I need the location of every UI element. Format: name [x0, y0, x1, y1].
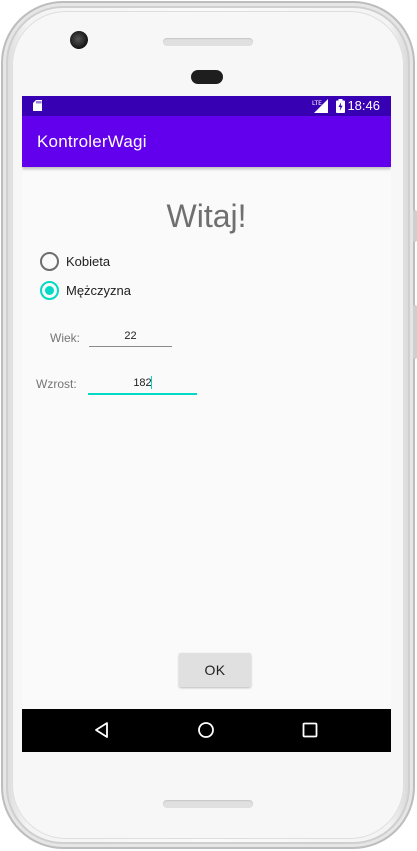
text-cursor — [151, 376, 152, 389]
volume-button — [413, 305, 417, 359]
lte-signal-icon: LTE — [312, 99, 328, 113]
status-clock: 18:46 — [347, 98, 380, 113]
home-icon[interactable] — [197, 721, 215, 739]
radio-button-unchecked[interactable] — [40, 251, 59, 271]
status-bar: LTE 18:46 — [22, 96, 391, 116]
back-icon[interactable] — [93, 721, 111, 739]
radio-label-mezczyzna: Mężczyzna — [66, 282, 132, 298]
power-button — [413, 210, 417, 242]
navigation-bar — [22, 709, 391, 752]
age-input[interactable] — [89, 325, 172, 347]
ok-button[interactable]: OK — [179, 653, 251, 687]
sd-card-icon — [33, 100, 42, 111]
height-label: Wzrost: — [36, 377, 77, 391]
radio-label-kobieta: Kobieta — [66, 253, 111, 269]
front-camera — [70, 31, 88, 49]
earpiece — [191, 70, 223, 84]
bottom-speaker-grille — [163, 800, 253, 808]
radio-button-checked[interactable] — [40, 280, 59, 300]
age-label: Wiek: — [50, 331, 80, 345]
device-screen: LTE 18:46 KontrolerWagi Witaj! Kobieta M… — [22, 96, 391, 752]
app-title: KontrolerWagi — [37, 132, 147, 151]
recents-icon[interactable] — [301, 721, 319, 739]
app-bar: KontrolerWagi — [22, 116, 391, 167]
top-speaker-grille — [163, 38, 253, 46]
network-type-label: LTE — [312, 100, 322, 107]
radio-option-mezczyzna[interactable]: Mężczyzna — [40, 279, 131, 301]
battery-charging-icon — [336, 99, 345, 113]
height-input[interactable] — [88, 373, 197, 395]
greeting-heading: Witaj! — [166, 198, 247, 234]
radio-option-kobieta[interactable]: Kobieta — [40, 250, 110, 272]
